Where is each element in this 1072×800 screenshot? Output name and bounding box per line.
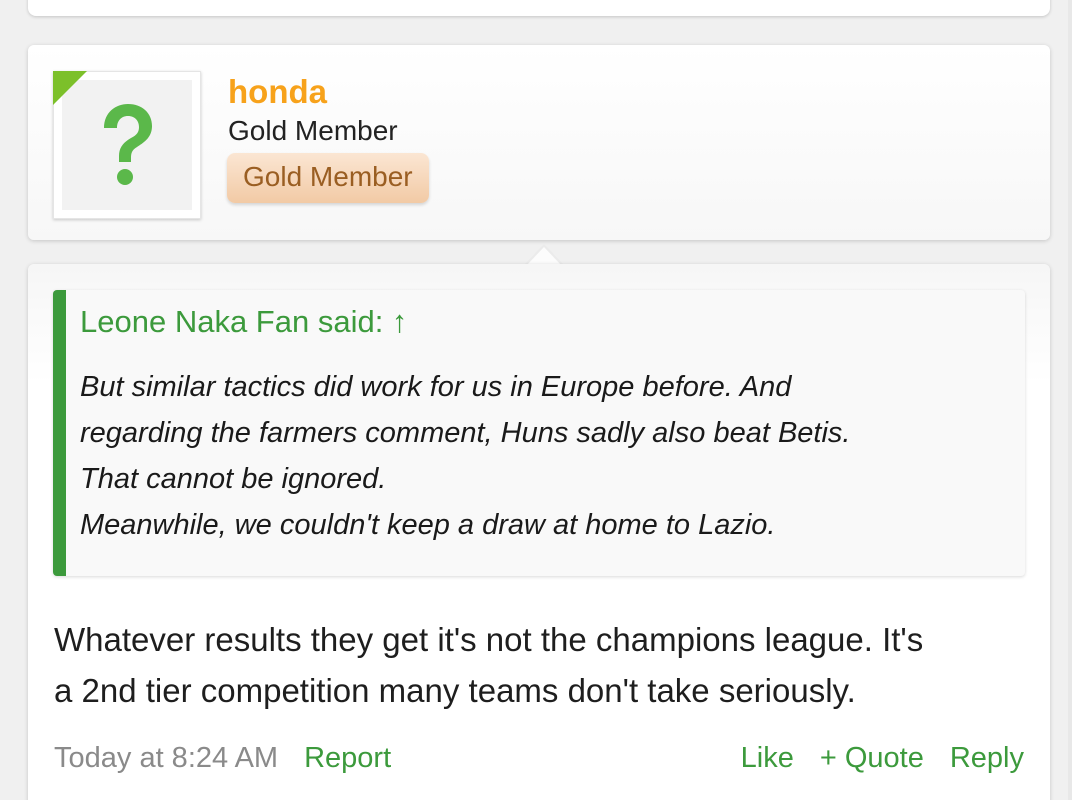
quote-block: Leone Naka Fan said: ↑ But similar tacti… [53, 290, 1025, 576]
quote-line: That cannot be ignored. [80, 463, 387, 495]
quote-line: regarding the farmers comment, Huns sadl… [80, 417, 851, 449]
report-link[interactable]: Report [304, 742, 391, 774]
quote-attribution-link[interactable]: Leone Naka Fan said: ↑ [80, 304, 407, 340]
post-timestamp[interactable]: Today at 8:24 AM [54, 742, 278, 774]
message-actions: Like + Quote Reply [715, 742, 1024, 775]
thread-page: honda Gold Member Gold Member Leone Naka… [0, 0, 1072, 800]
avatar[interactable] [53, 71, 201, 219]
quote-line: But similar tactics did work for us in E… [80, 371, 792, 403]
quote-line: Meanwhile, we couldn't keep a draw at ho… [80, 509, 776, 541]
message-body: Whatever results they get it's not the c… [54, 614, 923, 716]
like-link[interactable]: Like [741, 742, 794, 774]
quote-link[interactable]: + Quote [820, 742, 924, 774]
quote-body: But similar tactics did work for us in E… [80, 364, 850, 548]
user-info-card: honda Gold Member Gold Member [28, 45, 1050, 240]
message-card: Leone Naka Fan said: ↑ But similar tacti… [28, 264, 1050, 800]
message-line: Whatever results they get it's not the c… [54, 621, 924, 658]
message-line: a 2nd tier competition many teams don't … [54, 672, 856, 709]
message-meta: Today at 8:24 AM Report [54, 742, 391, 775]
page-edge [1068, 0, 1072, 800]
previous-post-card [28, 0, 1050, 16]
question-mark-icon [104, 104, 152, 185]
user-banner-badge: Gold Member [227, 153, 429, 203]
reply-link[interactable]: Reply [950, 742, 1024, 774]
avatar-corner-badge [53, 71, 87, 105]
user-title: Gold Member [228, 115, 398, 146]
username-link[interactable]: honda [228, 73, 327, 111]
